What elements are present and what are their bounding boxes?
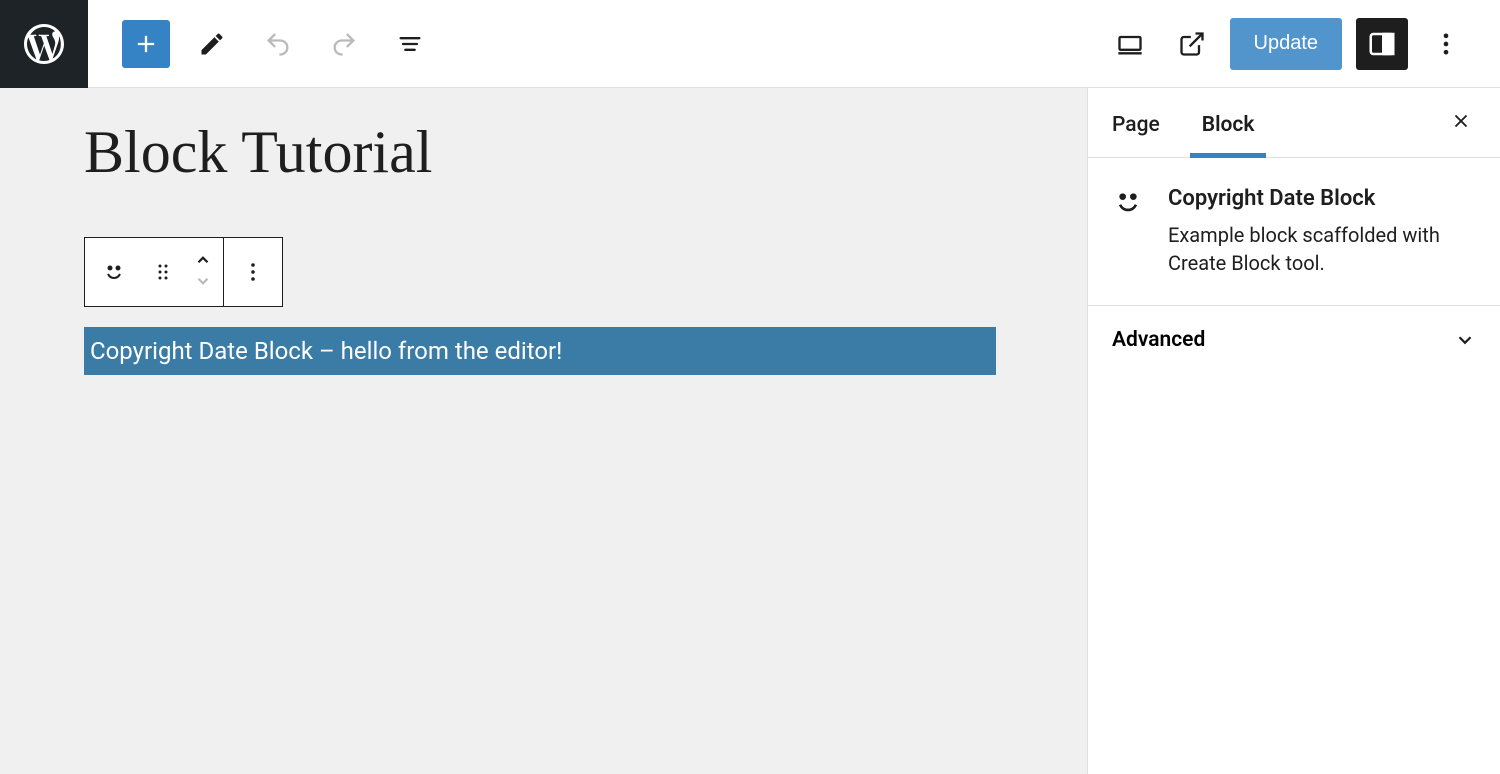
block-info-description: Example block scaffolded with Create Blo… — [1168, 221, 1476, 277]
chevron-down-icon — [194, 272, 212, 290]
tab-page[interactable]: Page — [1112, 89, 1160, 157]
document-overview-button[interactable] — [386, 20, 434, 68]
view-button[interactable] — [1106, 20, 1154, 68]
chevron-up-icon — [194, 251, 212, 269]
editor-main: Block Tutorial — [0, 88, 1500, 774]
drag-icon — [151, 260, 175, 284]
move-down-button[interactable] — [194, 272, 212, 293]
page-title[interactable]: Block Tutorial — [84, 118, 1087, 187]
block-info-icon-wrap — [1112, 186, 1148, 222]
redo-button[interactable] — [320, 20, 368, 68]
toolbar-group-block — [85, 238, 224, 306]
chevron-down-icon — [1454, 329, 1476, 351]
toolbar-group-options — [224, 238, 282, 306]
more-vertical-icon — [241, 260, 265, 284]
move-up-button[interactable] — [194, 251, 212, 272]
header-right-tools: Update — [1106, 18, 1500, 70]
close-icon — [1450, 110, 1472, 132]
wordpress-logo-button[interactable] — [0, 0, 88, 88]
smiley-icon — [1112, 186, 1144, 218]
block-options-button[interactable] — [224, 238, 282, 306]
canvas-content: Block Tutorial — [0, 88, 1087, 375]
preview-button[interactable] — [1168, 20, 1216, 68]
tools-button[interactable] — [188, 20, 236, 68]
editor-canvas[interactable]: Block Tutorial — [0, 88, 1087, 774]
drag-handle[interactable] — [143, 238, 183, 306]
advanced-panel-toggle[interactable]: Advanced — [1088, 306, 1500, 374]
external-link-icon — [1178, 30, 1206, 58]
smiley-icon — [102, 260, 126, 284]
redo-icon — [330, 30, 358, 58]
undo-icon — [264, 30, 292, 58]
tab-block[interactable]: Block — [1202, 89, 1255, 157]
editor-header: Update — [0, 0, 1500, 88]
update-button[interactable]: Update — [1230, 18, 1343, 70]
block-toolbar — [84, 237, 283, 307]
selected-block[interactable]: Copyright Date Block – hello from the ed… — [84, 327, 996, 375]
pencil-icon — [198, 30, 226, 58]
plus-icon — [132, 30, 160, 58]
undo-button[interactable] — [254, 20, 302, 68]
wordpress-icon — [20, 20, 68, 68]
options-button[interactable] — [1422, 20, 1470, 68]
block-type-button[interactable] — [85, 238, 143, 306]
add-block-button[interactable] — [122, 20, 170, 68]
block-movers — [183, 238, 223, 306]
block-info-panel: Copyright Date Block Example block scaff… — [1088, 158, 1500, 306]
more-vertical-icon — [1432, 30, 1460, 58]
settings-sidebar-toggle[interactable] — [1356, 18, 1408, 70]
header-left-tools — [88, 20, 434, 68]
settings-sidebar: Page Block Copyright Date Block Example … — [1087, 88, 1500, 774]
sidebar-tabs: Page Block — [1088, 88, 1500, 158]
close-sidebar-button[interactable] — [1446, 106, 1476, 139]
advanced-panel-label: Advanced — [1112, 328, 1205, 352]
desktop-icon — [1116, 30, 1144, 58]
block-info-title: Copyright Date Block — [1168, 186, 1476, 211]
block-info-text: Copyright Date Block Example block scaff… — [1168, 186, 1476, 277]
list-view-icon — [396, 30, 424, 58]
sidebar-icon — [1367, 29, 1397, 59]
